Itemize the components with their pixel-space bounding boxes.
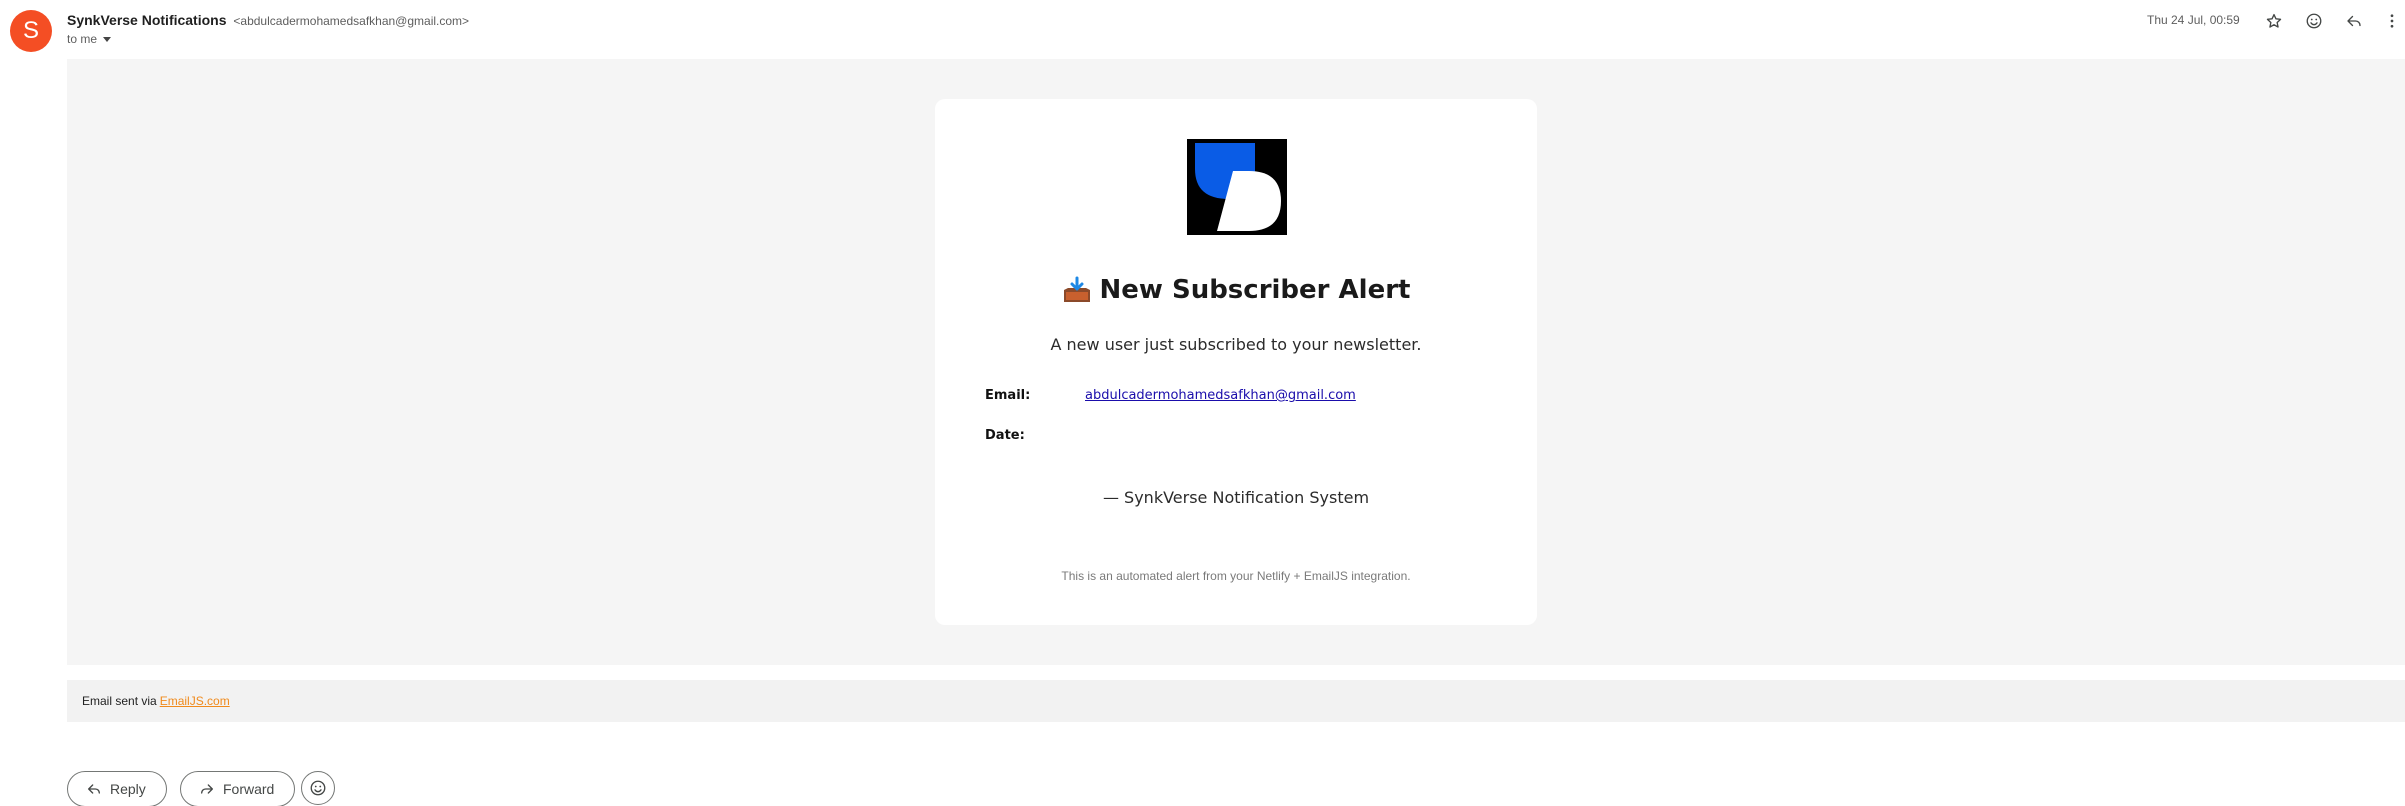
reply-label: Reply bbox=[110, 781, 146, 797]
subscriber-email[interactable]: abdulcadermohamedsafkhan@gmail.com bbox=[1085, 388, 1356, 403]
sender-line: SynkVerse Notifications <abdulcadermoham… bbox=[67, 12, 469, 28]
reply-icon[interactable] bbox=[2342, 9, 2366, 33]
emailjs-link[interactable]: EmailJS.com bbox=[160, 694, 230, 708]
sent-via-bar: Email sent via EmailJS.com bbox=[67, 680, 2405, 722]
email-view: S SynkVerse Notifications <abdulcadermoh… bbox=[0, 0, 2405, 806]
sender-email: <abdulcadermohamedsafkhan@gmail.com> bbox=[233, 14, 470, 28]
emoji-react-button[interactable] bbox=[301, 771, 335, 805]
email-title: New Subscriber Alert bbox=[935, 275, 1537, 305]
email-subtitle: A new user just subscribed to your newsl… bbox=[1050, 335, 1422, 354]
signature: — SynkVerse Notification System bbox=[1102, 488, 1370, 507]
email-title-text: New Subscriber Alert bbox=[1099, 275, 1411, 305]
reply-arrow-icon bbox=[88, 784, 100, 794]
star-icon[interactable] bbox=[2262, 9, 2286, 33]
sent-via-prefix: Email sent via bbox=[82, 694, 157, 708]
emoji-reaction-icon[interactable] bbox=[2302, 9, 2326, 33]
recipient-label: to me bbox=[67, 32, 98, 46]
date-field-label: Date: bbox=[985, 428, 1025, 443]
email-date: Thu 24 Jul, 00:59 bbox=[2147, 13, 2240, 27]
email-body: New Subscriber Alert A new user just sub… bbox=[67, 59, 2405, 665]
sender-name[interactable]: SynkVerse Notifications bbox=[67, 12, 227, 28]
chevron-down-icon bbox=[103, 36, 112, 42]
footer-note: This is an automated alert from your Net… bbox=[1061, 569, 1411, 583]
notification-card: New Subscriber Alert A new user just sub… bbox=[935, 99, 1537, 625]
email-field-label: Email: bbox=[985, 388, 1031, 403]
avatar-letter: S bbox=[22, 17, 39, 44]
smiley-icon bbox=[310, 780, 326, 796]
synkverse-logo bbox=[1187, 139, 1287, 235]
subscriber-email-link[interactable]: abdulcadermohamedsafkhan@gmail.com bbox=[1085, 388, 1356, 403]
recipient-details-toggle[interactable]: to me bbox=[67, 32, 112, 46]
forward-label: Forward bbox=[223, 781, 275, 797]
forward-arrow-icon bbox=[201, 784, 213, 794]
forward-button[interactable]: Forward bbox=[180, 771, 296, 806]
inbox-tray-icon bbox=[1062, 276, 1092, 304]
more-options-icon[interactable] bbox=[2380, 9, 2404, 33]
reply-button[interactable]: Reply bbox=[67, 771, 167, 806]
sender-avatar[interactable]: S bbox=[10, 10, 52, 52]
